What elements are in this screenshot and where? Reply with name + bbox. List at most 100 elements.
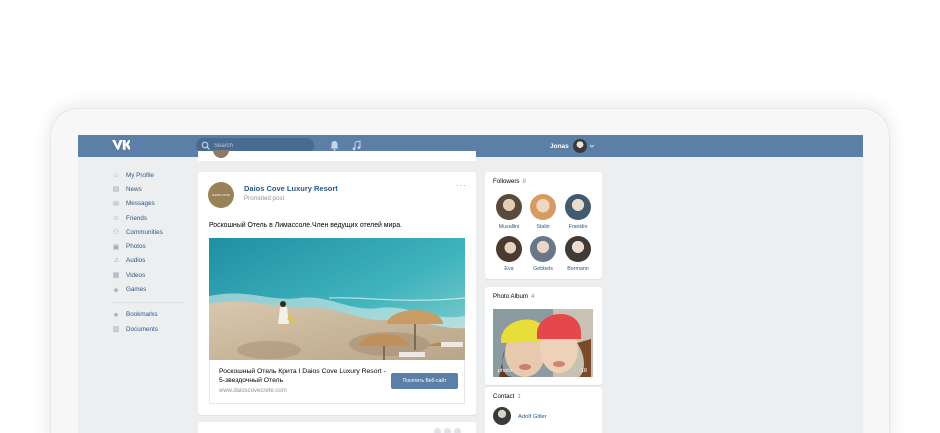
avatar xyxy=(565,236,591,262)
sidebar-item-news[interactable]: ▤ News xyxy=(112,182,192,196)
follower-item[interactable]: Musallini xyxy=(494,194,524,230)
followers-panel: Followers 8 Musallini Stalin Franklin Eva… xyxy=(485,172,602,279)
friends-icon: ☺ xyxy=(112,214,120,222)
chevron-down-icon xyxy=(589,144,595,148)
bell-icon[interactable] xyxy=(330,140,339,151)
followers-count: 8 xyxy=(522,178,526,185)
avatar xyxy=(565,194,591,220)
album-header[interactable]: Photo Album 4 xyxy=(493,293,535,300)
communities-icon: ⚇ xyxy=(112,229,120,237)
promoted-post: DAIOS COVE Daios Cove Luxury Resort Prom… xyxy=(198,172,476,415)
sidebar-item-label: Messages xyxy=(126,200,155,208)
follower-name: Musallini xyxy=(498,224,520,230)
contact-count: 1 xyxy=(517,393,521,400)
contact-panel: Contact 1 Adolf Gitler xyxy=(485,387,602,433)
avatar xyxy=(572,139,587,153)
sidebar-item-documents[interactable]: ▥ Documents xyxy=(112,322,192,336)
avatar-logo-text: DAIOS COVE xyxy=(212,193,230,197)
vk-logo-icon[interactable] xyxy=(112,138,130,152)
album-photo-count: 18 xyxy=(580,368,587,374)
avatar[interactable] xyxy=(493,407,511,425)
sidebar-item-label: Videos xyxy=(126,271,146,279)
sidebar: ⌂ My Profile ▤ News ✉ Messages ☺ Friends… xyxy=(112,168,192,336)
avatar xyxy=(496,236,522,262)
messages-icon: ✉ xyxy=(113,200,119,208)
home-icon: ⌂ xyxy=(113,171,119,179)
sidebar-item-games[interactable]: ◈ Games xyxy=(112,282,192,296)
album-photo-image xyxy=(493,309,593,377)
sidebar-item-label: Friends xyxy=(126,214,147,222)
documents-icon: ▥ xyxy=(112,326,120,334)
screen: Jonas ⌂ My Profile ▤ News ✉ Messages xyxy=(78,135,863,433)
visit-website-button[interactable]: Посетить Веб-сайт xyxy=(391,373,458,389)
follower-name: Eva xyxy=(504,266,514,272)
search-icon xyxy=(201,141,211,150)
stage: Jonas ⌂ My Profile ▤ News ✉ Messages xyxy=(0,0,940,433)
user-name: Jonas xyxy=(550,142,569,150)
sidebar-item-label: Documents xyxy=(126,325,158,333)
follower-item[interactable]: Bormann xyxy=(563,236,593,272)
post-subtitle: Promoted post xyxy=(244,195,285,202)
avatar xyxy=(530,194,556,220)
sidebar-item-label: News xyxy=(126,185,142,193)
follower-item[interactable]: Gebbels xyxy=(528,236,558,272)
follower-item[interactable]: Stalin xyxy=(528,194,558,230)
sidebar-divider xyxy=(112,301,184,303)
ad-url[interactable]: www.daioscovecrete.com xyxy=(219,388,287,394)
contact-header[interactable]: Contact 1 xyxy=(493,393,521,400)
action-icon[interactable] xyxy=(454,428,461,433)
followers-title: Followers xyxy=(493,178,520,185)
avatar xyxy=(530,236,556,262)
followers-header[interactable]: Followers 8 xyxy=(493,178,526,185)
follower-name: Gebbels xyxy=(533,266,553,272)
sidebar-item-bookmarks[interactable]: ★ Bookmarks xyxy=(112,308,192,322)
search-input[interactable] xyxy=(214,142,309,149)
games-icon: ◈ xyxy=(113,286,119,294)
sidebar-item-audios[interactable]: ♫ Audios xyxy=(112,254,192,268)
ad-title[interactable]: Роскошный Отель Крита I Daios Cove Luxur… xyxy=(219,367,389,385)
contact-title: Contact xyxy=(493,393,515,400)
previous-post-stub xyxy=(198,151,476,161)
videos-icon: ▦ xyxy=(112,272,120,280)
photos-icon: ▣ xyxy=(112,243,120,251)
post-image[interactable] xyxy=(209,238,465,360)
sidebar-item-label: Bookmarks xyxy=(126,311,158,319)
sidebar-item-my-profile[interactable]: ⌂ My Profile xyxy=(112,168,192,182)
photo-album-panel: Photo Album 4 photo 18 xyxy=(485,287,602,385)
sidebar-item-photos[interactable]: ▣ Photos xyxy=(112,239,192,253)
follower-name: Stalin xyxy=(536,224,550,230)
user-menu[interactable]: Jonas xyxy=(550,138,595,154)
music-icon[interactable] xyxy=(352,140,361,151)
follower-item[interactable]: Franklin xyxy=(563,194,593,230)
more-icon[interactable]: ··· xyxy=(456,180,467,190)
contact-name[interactable]: Adolf Gitler xyxy=(518,414,547,420)
sidebar-item-label: Audios xyxy=(126,257,146,265)
post-author[interactable]: Daios Cove Luxury Resort xyxy=(244,184,338,193)
follower-name: Bormann xyxy=(567,266,589,272)
beach-photo xyxy=(209,238,465,360)
album-photo[interactable]: photo 18 xyxy=(493,309,593,377)
follower-item[interactable]: Eva xyxy=(494,236,524,272)
audios-icon: ♫ xyxy=(113,257,119,265)
post-text: Роскошный Отель в Лимассоле.Член ведущих… xyxy=(209,222,402,229)
sidebar-item-label: Photos xyxy=(126,243,146,251)
avatar[interactable]: DAIOS COVE xyxy=(208,182,234,208)
star-icon: ★ xyxy=(112,311,120,319)
sidebar-item-communities[interactable]: ⚇ Communities xyxy=(112,225,192,239)
post-actions xyxy=(434,428,461,433)
ad-link-bar[interactable]: Роскошный Отель Крита I Daios Cove Luxur… xyxy=(209,360,465,404)
album-title: Photo Album xyxy=(493,293,529,300)
album-count: 4 xyxy=(531,293,535,300)
sidebar-item-label: My Profile xyxy=(126,171,154,179)
sidebar-item-friends[interactable]: ☺ Friends xyxy=(112,211,192,225)
album-caption: photo xyxy=(498,368,512,374)
action-icon[interactable] xyxy=(444,428,451,433)
next-post-stub xyxy=(198,422,476,433)
avatar xyxy=(496,194,522,220)
sidebar-item-messages[interactable]: ✉ Messages xyxy=(112,197,192,211)
sidebar-item-label: Communities xyxy=(126,228,163,236)
sidebar-item-videos[interactable]: ▦ Videos xyxy=(112,268,192,282)
news-icon: ▤ xyxy=(112,186,120,194)
sidebar-item-label: Games xyxy=(126,286,147,294)
action-icon[interactable] xyxy=(434,428,441,433)
